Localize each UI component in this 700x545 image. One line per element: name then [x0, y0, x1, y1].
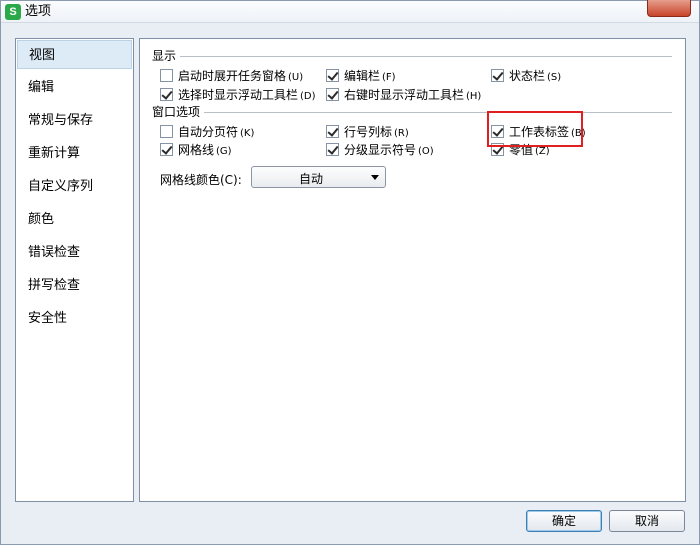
option-rightclick-floating-toolbar[interactable]: 右键时显示浮动工具栏 (H): [326, 87, 481, 103]
app-logo-icon: S: [5, 4, 21, 20]
option-outline-symbols[interactable]: 分级显示符号 (O): [326, 142, 434, 158]
option-status-bar[interactable]: 状态栏 (S): [491, 68, 561, 84]
sidebar-item-edit[interactable]: 编辑: [17, 73, 132, 102]
checkbox-rightclick-floating-toolbar[interactable]: [326, 88, 339, 101]
sidebar-item-view[interactable]: 视图: [17, 40, 132, 69]
sidebar-item-general-save[interactable]: 常规与保存: [17, 106, 132, 135]
gridline-color-label: 网格线颜色(C):: [160, 173, 242, 187]
option-formula-bar[interactable]: 编辑栏 (F): [326, 68, 396, 84]
cancel-button[interactable]: 取消: [609, 510, 685, 532]
title-bar: S 选项: [1, 0, 699, 23]
display-group-divider: [180, 56, 672, 57]
checkbox-row-col-headers[interactable]: [326, 125, 339, 138]
dialog-title: 选项: [25, 4, 52, 19]
ok-button[interactable]: 确定: [526, 510, 602, 532]
window-options-group-divider: [204, 112, 672, 113]
dropdown-arrow-icon: [371, 175, 379, 180]
option-startup-taskpane[interactable]: 启动时展开任务窗格 (U): [160, 68, 303, 84]
checkbox-auto-page-break[interactable]: [160, 125, 173, 138]
view-settings-panel: 显示 启动时展开任务窗格 (U) 编辑栏 (F) 状态栏 (S) 选择时显示浮动工具栏…: [139, 38, 686, 502]
option-select-floating-toolbar[interactable]: 选择时显示浮动工具栏 (D): [160, 87, 316, 103]
sidebar-item-security[interactable]: 安全性: [17, 304, 132, 333]
sidebar-item-error-check[interactable]: 错误检查: [17, 238, 132, 267]
checkbox-select-floating-toolbar[interactable]: [160, 88, 173, 101]
sidebar-item-recalculate[interactable]: 重新计算: [17, 139, 132, 168]
sidebar-item-custom-lists[interactable]: 自定义序列: [17, 172, 132, 201]
checkbox-startup-taskpane[interactable]: [160, 69, 173, 82]
close-button[interactable]: [647, 0, 691, 17]
gridline-color-select[interactable]: 自动: [251, 166, 386, 188]
sidebar-item-colors[interactable]: 颜色: [17, 205, 132, 234]
sidebar-item-spell-check[interactable]: 拼写检查: [17, 271, 132, 300]
checkbox-gridlines[interactable]: [160, 143, 173, 156]
option-auto-page-break[interactable]: 自动分页符 (K): [160, 124, 254, 140]
annotation-highlight-box: [487, 111, 583, 147]
display-group-title: 显示: [152, 49, 177, 63]
checkbox-outline-symbols[interactable]: [326, 143, 339, 156]
checkbox-formula-bar[interactable]: [326, 69, 339, 82]
checkbox-status-bar[interactable]: [491, 69, 504, 82]
category-sidebar: 视图 编辑 常规与保存 重新计算 自定义序列 颜色 错误检查 拼写检查 安全性: [15, 38, 134, 502]
window-options-group-title: 窗口选项: [152, 105, 201, 119]
gridline-color-value: 自动: [298, 172, 323, 186]
options-dialog: S 选项 视图 编辑 常规与保存 重新计算 自定义序列 颜色 错误检查 拼写检查…: [0, 0, 700, 545]
option-row-col-headers[interactable]: 行号列标 (R): [326, 124, 409, 140]
option-gridlines[interactable]: 网格线 (G): [160, 142, 232, 158]
